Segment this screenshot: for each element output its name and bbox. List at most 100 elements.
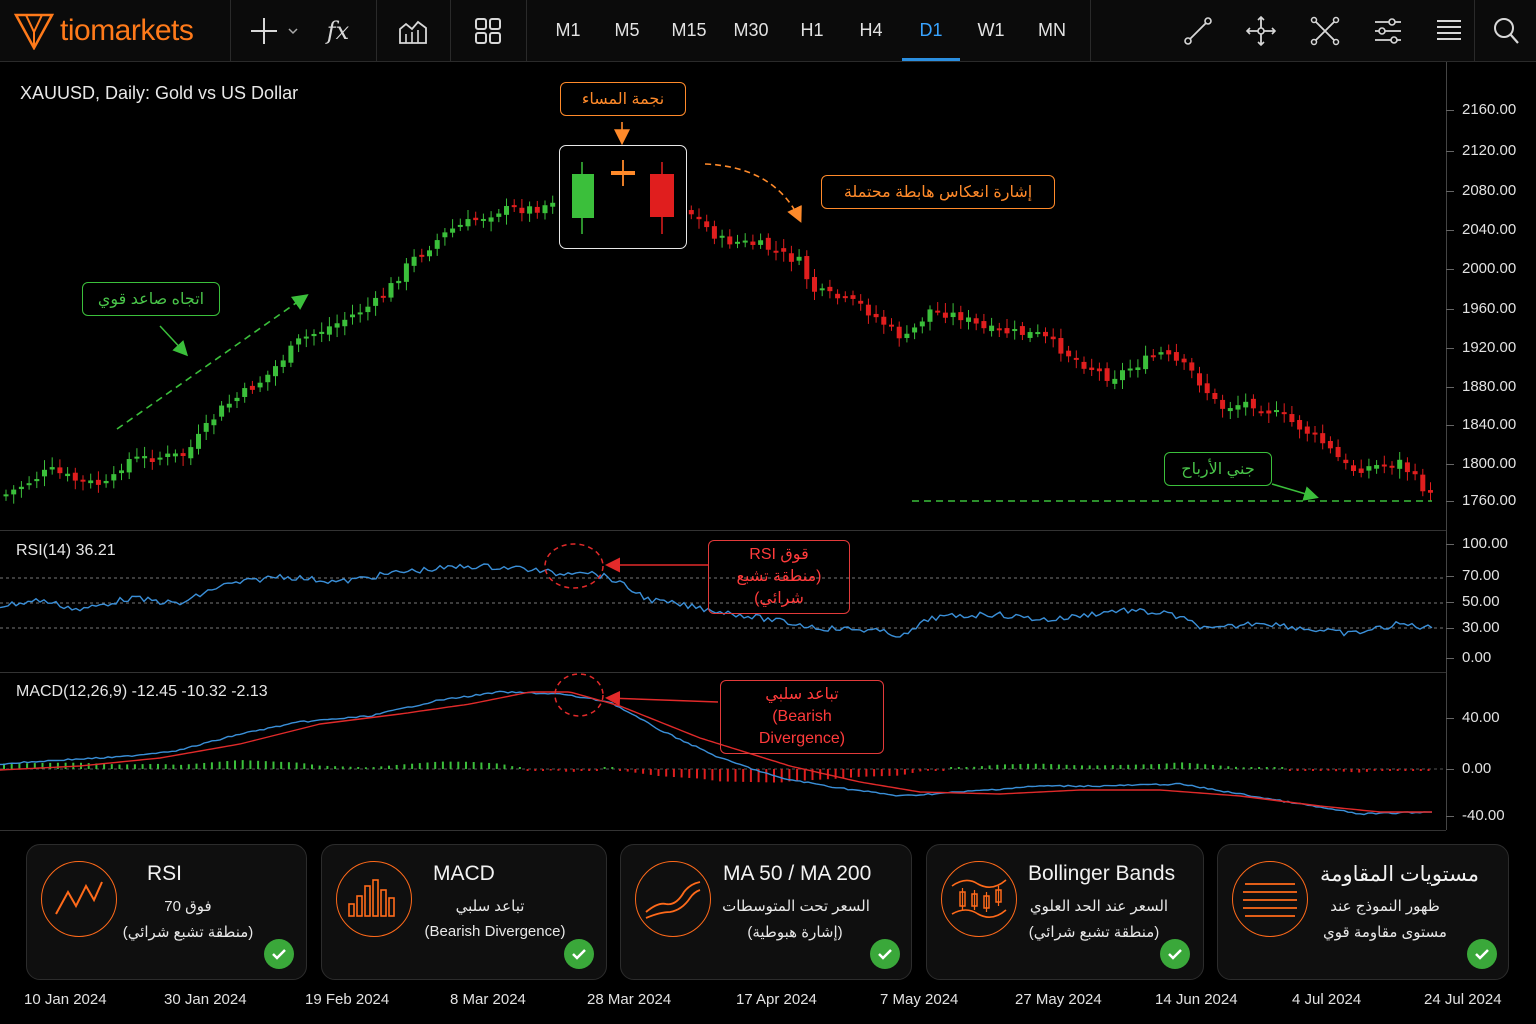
macd-histogram-bar	[472, 762, 475, 769]
card-line-1: فوق 70	[164, 898, 212, 915]
candle-body	[42, 469, 47, 477]
rsi-tick-label: 0.00	[1462, 649, 1492, 666]
macd-histogram-bar	[749, 769, 752, 783]
candle-body	[1127, 368, 1133, 371]
chevron-down-icon[interactable]	[280, 13, 306, 49]
crosshair-icon[interactable]	[246, 13, 282, 49]
candle-body	[781, 248, 787, 252]
macd-histogram-bar	[911, 769, 914, 773]
search-icon[interactable]	[1488, 13, 1524, 49]
trendline-icon[interactable]	[1180, 13, 1216, 49]
timeframe-h4[interactable]: H4	[846, 20, 896, 41]
macd-histogram-bar	[380, 766, 383, 769]
macd-histogram-bar	[526, 769, 529, 771]
card-line-1: ظهور النموذج عند	[1330, 898, 1440, 915]
timeframe-m30[interactable]: M30	[726, 20, 776, 41]
timeframe-m15[interactable]: M15	[664, 20, 714, 41]
timeframe-m5[interactable]: M5	[602, 20, 652, 41]
candle-body	[457, 224, 463, 227]
candle-body	[1358, 468, 1364, 473]
candle-body	[350, 314, 355, 318]
card-moving-averages[interactable]: MA 50 / MA 200 السعر تحت المتوسطات (إشار…	[620, 844, 912, 980]
logo-text-tio: tio	[60, 14, 91, 47]
candle-body	[1220, 399, 1226, 409]
settings-sliders-icon[interactable]	[1370, 13, 1406, 49]
card-rsi[interactable]: RSI فوق 70 (منطقة تشبع شرائي)	[26, 844, 307, 980]
candle-body	[534, 206, 540, 213]
move-cross-icon[interactable]	[1243, 13, 1279, 49]
macd-histogram-bar	[873, 769, 876, 777]
macd-histogram-bar	[149, 764, 152, 769]
macd-histogram-bar	[110, 764, 113, 769]
macd-histogram-bar	[1096, 765, 1099, 769]
macd-histogram-bar	[580, 769, 583, 771]
profit-taking-label: جني الأرباح	[1164, 452, 1272, 486]
candle-body	[1397, 459, 1403, 469]
candle-body	[496, 213, 502, 217]
timeframe-mn[interactable]: MN	[1027, 20, 1077, 41]
candle-body	[788, 253, 794, 262]
candle-body	[511, 205, 517, 208]
macd-histogram-bar	[1396, 769, 1399, 771]
candle-body	[1412, 471, 1418, 475]
macd-histogram-bar	[311, 764, 313, 769]
macd-histogram-bar	[364, 767, 367, 769]
macd-histogram-bar	[449, 761, 452, 769]
macd-tick-label: 0.00	[1462, 760, 1492, 777]
macd-histogram-bar	[56, 762, 59, 769]
candle-body	[257, 382, 263, 388]
timeframe-m1[interactable]: M1	[543, 20, 593, 41]
macd-histogram-bar	[603, 767, 606, 769]
candle-body	[735, 241, 740, 244]
macd-histogram-bar	[927, 769, 929, 771]
indicators-fx-button[interactable]: fx	[320, 13, 356, 49]
macd-histogram-bar	[1196, 763, 1199, 769]
macd-histogram-bar	[64, 762, 67, 769]
macd-histogram-bar	[780, 769, 783, 783]
rsi-tick-label: 50.00	[1462, 593, 1500, 610]
candle-body	[427, 250, 432, 257]
macd-histogram-bar	[1004, 764, 1006, 769]
macd-histogram-bar	[1312, 769, 1314, 771]
macd-histogram-bar	[164, 764, 167, 769]
macd-histogram-bar	[1173, 762, 1176, 769]
candle-body	[18, 486, 24, 490]
candle-body	[1351, 465, 1356, 472]
macd-histogram-bar	[588, 769, 591, 771]
timeframe-d1[interactable]: D1	[906, 20, 956, 41]
macd-histogram-bar	[572, 769, 575, 772]
date-axis-label: 4 Jul 2024	[1292, 991, 1362, 1008]
card-resistance-levels[interactable]: مستويات المقاومة ظهور النموذج عند مستوى …	[1217, 844, 1509, 980]
macd-histogram-bar	[1134, 764, 1137, 769]
candle-body	[958, 312, 964, 321]
price-tick-label: 2000.00	[1462, 260, 1517, 277]
card-macd[interactable]: MACD تباعد سلبي (Bearish Divergence)	[321, 844, 607, 980]
macd-histogram-bar	[857, 769, 860, 777]
card-bollinger-bands[interactable]: Bollinger Bands السعر عند الحد العلوي (م…	[926, 844, 1204, 980]
macd-histogram-bar	[1057, 764, 1060, 769]
macd-pane-label: MACD(12,26,9) -12.45 -10.32 -2.13	[16, 683, 268, 700]
candle-body	[989, 325, 995, 332]
candle-body	[719, 235, 725, 238]
candle-body	[696, 216, 702, 220]
candle-body	[1089, 367, 1095, 370]
rsi-zigzag-icon	[41, 861, 117, 937]
layout-grid-icon[interactable]	[470, 13, 506, 49]
candle-body	[973, 318, 979, 324]
macd-histogram-bar	[1327, 769, 1330, 771]
fibonacci-fan-icon[interactable]	[1307, 13, 1343, 49]
card-title: MA 50 / MA 200	[723, 862, 872, 885]
timeframe-h1[interactable]: H1	[787, 20, 837, 41]
card-line-2: (إشارة هبوطية)	[747, 924, 843, 941]
candle-body	[1258, 411, 1264, 414]
candle-body	[34, 479, 40, 482]
macd-histogram-bar	[1335, 769, 1338, 772]
macd-histogram-bar	[480, 762, 483, 769]
templates-icon[interactable]	[395, 13, 431, 49]
macd-histogram-bar	[1296, 769, 1299, 771]
timeframe-w1[interactable]: W1	[966, 20, 1016, 41]
candle-body	[858, 300, 864, 304]
menu-lines-icon[interactable]	[1431, 13, 1467, 49]
candle-body	[342, 319, 348, 327]
candle-body	[1073, 357, 1079, 360]
